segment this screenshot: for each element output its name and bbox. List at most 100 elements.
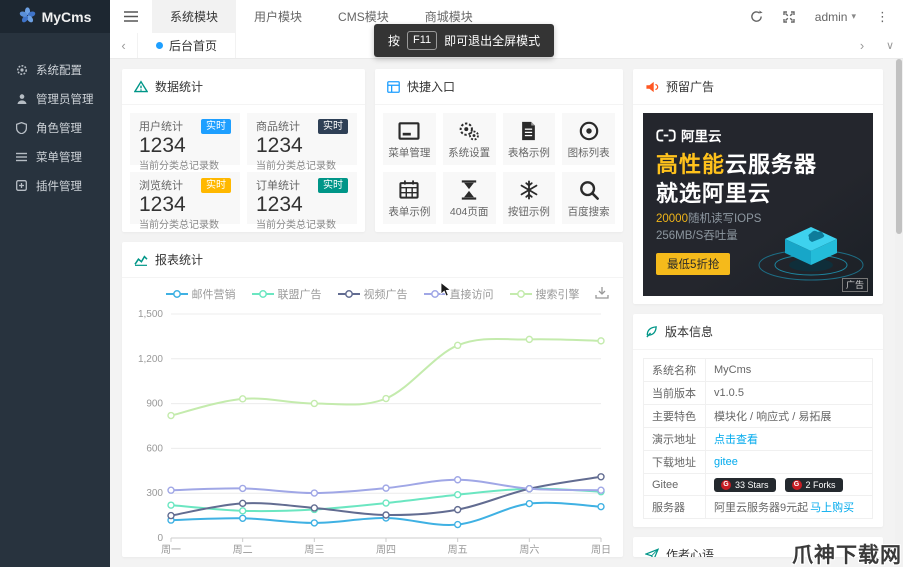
stat-desc: 当前分类总记录数 bbox=[256, 161, 336, 172]
sidebar: MyCms 系统配置 管理员管理 角色管理 菜单管理 插件管理 bbox=[0, 0, 110, 567]
sidebar-item-plugin-manage[interactable]: 插件管理 bbox=[0, 171, 110, 200]
quick-item-menu-manage[interactable]: 菜单管理 bbox=[383, 113, 436, 165]
logo[interactable]: MyCms bbox=[0, 0, 110, 33]
paper-plane-icon bbox=[645, 548, 659, 557]
stat-card-views: 浏览统计 实时 1234 当前分类总记录数 bbox=[130, 172, 240, 231]
menu-toggle-icon[interactable] bbox=[110, 0, 152, 33]
tab-scroll-right-icon[interactable]: › bbox=[849, 33, 875, 58]
sidebar-item-system-config[interactable]: 系统配置 bbox=[0, 55, 110, 84]
gear-icon bbox=[15, 64, 28, 76]
demo-link[interactable]: 点击查看 bbox=[714, 431, 758, 447]
tab-dashboard[interactable]: 后台首页 bbox=[138, 33, 237, 58]
stat-title: 用户统计 bbox=[139, 121, 183, 133]
sidebar-item-label: 角色管理 bbox=[36, 122, 82, 135]
table-row: 下载地址 gitee bbox=[644, 451, 872, 474]
toast-suffix: 即可退出全屏模式 bbox=[444, 34, 541, 48]
svg-text:900: 900 bbox=[146, 399, 163, 410]
logo-title: MyCms bbox=[41, 8, 92, 25]
fullscreen-toast: 按 F11 即可退出全屏模式 bbox=[374, 24, 555, 57]
stats-panel-header: 数据统计 bbox=[122, 69, 365, 105]
table-row: 当前版本 v1.0.5 bbox=[644, 382, 872, 405]
refresh-icon[interactable] bbox=[750, 10, 763, 23]
sidebar-item-role-manage[interactable]: 角色管理 bbox=[0, 113, 110, 142]
sidebar-item-admin-manage[interactable]: 管理员管理 bbox=[0, 84, 110, 113]
table-row: Gitee G 33 Stars G2 Forks bbox=[644, 474, 872, 496]
stat-value: 1234 bbox=[256, 193, 303, 216]
legend-item[interactable]: 邮件营销 bbox=[165, 286, 236, 302]
realtime-badge: 实时 bbox=[201, 177, 231, 193]
search-icon bbox=[579, 178, 599, 202]
plugin-plus-icon bbox=[15, 180, 28, 191]
chevron-down-icon: ▾ bbox=[851, 11, 856, 21]
target-icon bbox=[579, 119, 599, 143]
file-icon bbox=[520, 119, 537, 143]
version-panel-header: 版本信息 bbox=[633, 314, 883, 350]
gitee-forks-badge[interactable]: G2 Forks bbox=[784, 477, 843, 492]
stat-title: 订单统计 bbox=[256, 180, 300, 192]
quick-item-table-demo[interactable]: 表格示例 bbox=[502, 113, 556, 165]
version-panel: 版本信息 系统名称 MyCms 当前版本 v1.0.5 主要特色 模块化 / 响… bbox=[633, 314, 883, 527]
tab-scroll-left-icon[interactable]: ‹ bbox=[110, 33, 138, 58]
quick-item-baidu-search[interactable]: 百度搜索 bbox=[562, 172, 615, 224]
server-graphic bbox=[749, 213, 869, 288]
svg-text:周日: 周日 bbox=[591, 544, 611, 556]
panel-title: 报表统计 bbox=[155, 253, 204, 267]
active-tab-dot bbox=[156, 42, 163, 49]
ad-headline2: 就选阿里云 bbox=[656, 181, 772, 206]
stat-value: 1234 bbox=[256, 134, 303, 157]
sidebar-item-label: 系统配置 bbox=[36, 64, 82, 77]
quick-item-icon-list[interactable]: 图标列表 bbox=[562, 113, 615, 165]
tab-label: 后台首页 bbox=[169, 39, 218, 53]
toast-prefix: 按 bbox=[388, 34, 401, 48]
header-actions: admin ▾ ⋮ bbox=[750, 9, 903, 25]
quick-item-system-settings[interactable]: 系统设置 bbox=[442, 113, 496, 165]
quick-item-form-demo[interactable]: 表单示例 bbox=[383, 172, 436, 224]
ad-headline: 高性能云服务器 bbox=[656, 152, 818, 177]
svg-text:周五: 周五 bbox=[447, 544, 467, 556]
version-table: 系统名称 MyCms 当前版本 v1.0.5 主要特色 模块化 / 响应式 / … bbox=[643, 358, 873, 519]
table-row: 服务器 阿里云服务器9元起 马上购买 bbox=[644, 496, 872, 519]
legend-item[interactable]: 直接访问 bbox=[423, 286, 494, 302]
scrollbar-thumb[interactable] bbox=[896, 59, 902, 234]
svg-text:周二: 周二 bbox=[232, 544, 252, 556]
stats-icon bbox=[134, 80, 148, 93]
sidebar-item-label: 管理员管理 bbox=[36, 93, 94, 106]
report-panel: 报表统计 邮件营销 联盟广告 视频广告 直接访问 搜索引擎 0 300 600 900 1,20… bbox=[122, 242, 623, 557]
ad-panel-header: 预留广告 bbox=[633, 69, 883, 105]
calendar-icon bbox=[399, 178, 419, 202]
download-link[interactable]: gitee bbox=[714, 456, 738, 468]
legend-item[interactable]: 联盟广告 bbox=[251, 286, 322, 302]
download-chart-icon[interactable] bbox=[595, 286, 609, 302]
tab-user-module[interactable]: 用户模块 bbox=[236, 0, 320, 33]
quick-item-404-page[interactable]: 404页面 bbox=[442, 172, 496, 224]
quick-item-button-demo[interactable]: 按钮示例 bbox=[502, 172, 556, 224]
aliyun-bracket-icon bbox=[656, 129, 676, 141]
tab-system-module[interactable]: 系统模块 bbox=[152, 0, 237, 33]
fullscreen-icon[interactable] bbox=[783, 10, 795, 23]
template-icon bbox=[387, 80, 400, 93]
sidebar-item-menu-manage[interactable]: 菜单管理 bbox=[0, 142, 110, 171]
buy-server-link[interactable]: 马上购买 bbox=[810, 499, 854, 515]
stat-desc: 当前分类总记录数 bbox=[139, 161, 219, 172]
legend-item[interactable]: 视频广告 bbox=[337, 286, 408, 302]
table-row: 主要特色 模块化 / 响应式 / 易拓展 bbox=[644, 405, 872, 428]
more-options-icon[interactable]: ⋮ bbox=[876, 9, 889, 25]
legend-item[interactable]: 搜索引擎 bbox=[509, 286, 580, 302]
gitee-stars-badge[interactable]: G 33 Stars bbox=[714, 477, 776, 492]
user-dropdown[interactable]: admin ▾ bbox=[815, 10, 856, 24]
main-content: 数据统计 用户统计实时 1234 当前分类总记录数 商品统计 实时 1234 当前… bbox=[110, 59, 895, 567]
ad-panel: 预留广告 阿里云 高性能云服务器 就选阿里云 20000随机读写IOPS 256… bbox=[633, 69, 883, 304]
ad-cta-button[interactable]: 最低5折抢 bbox=[656, 253, 731, 275]
report-chart[interactable]: 0 300 600 900 1,200 1,500 周一 周二 周三 周四 周五 周六 周日 bbox=[127, 302, 619, 557]
left-column: 数据统计 用户统计实时 1234 当前分类总记录数 商品统计 实时 1234 当前… bbox=[122, 69, 623, 557]
ad-corner-tag: 广告 bbox=[841, 278, 868, 292]
svg-text:300: 300 bbox=[146, 488, 163, 499]
stat-card-goods: 商品统计 实时 1234 当前分类总记录数 bbox=[247, 113, 357, 172]
svg-text:周一: 周一 bbox=[161, 544, 181, 556]
svg-text:周六: 周六 bbox=[519, 544, 539, 556]
stat-value: 1234 bbox=[139, 134, 186, 157]
aliyun-ad-banner[interactable]: 阿里云 高性能云服务器 就选阿里云 20000随机读写IOPS 256MB/S吞… bbox=[643, 113, 873, 296]
svg-text:600: 600 bbox=[146, 443, 163, 454]
tab-menu-chevron-icon[interactable]: ∨ bbox=[877, 33, 903, 58]
aliyun-logo: 阿里云 bbox=[656, 125, 722, 145]
